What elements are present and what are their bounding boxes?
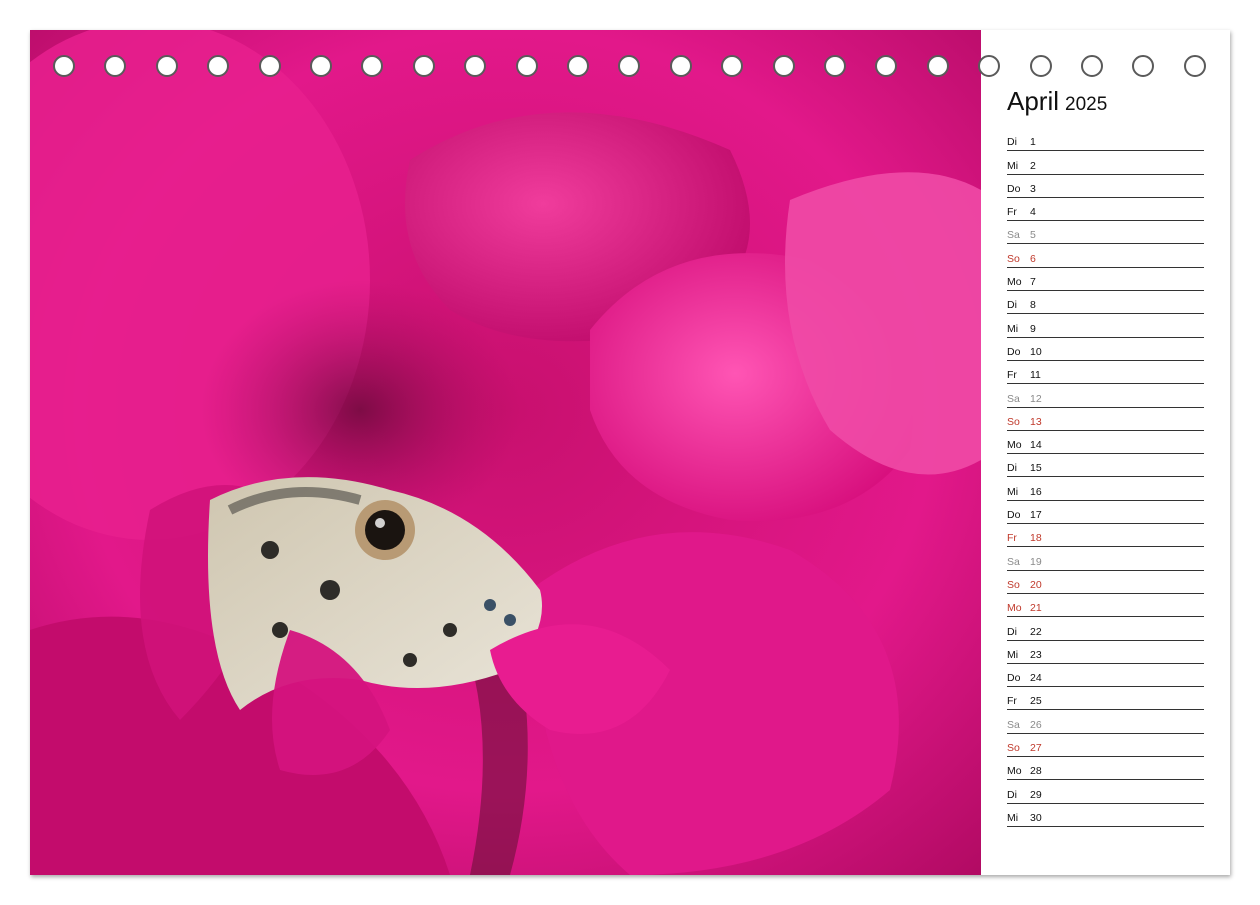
month-heading: April 2025 <box>1007 86 1107 117</box>
day-row: Mo 28 <box>1007 757 1204 781</box>
day-row: Fr 11 <box>1007 361 1204 385</box>
month-name: April <box>1007 86 1060 116</box>
weekday-label: Do <box>1007 672 1021 685</box>
day-row: Sa 19 <box>1007 547 1204 571</box>
day-row: So 27 <box>1007 734 1204 758</box>
weekday-label: Fr <box>1007 369 1017 382</box>
day-number: 15 <box>1030 462 1042 475</box>
weekday-label: Mo <box>1007 439 1022 452</box>
weekday-label: Di <box>1007 625 1017 638</box>
day-number: 29 <box>1030 788 1042 801</box>
day-row: Di 1 <box>1007 128 1204 152</box>
day-row: Sa 26 <box>1007 710 1204 734</box>
day-row: So 13 <box>1007 408 1204 431</box>
day-number: 19 <box>1030 555 1042 568</box>
day-number: 6 <box>1030 252 1036 265</box>
weekday-label: Mo <box>1007 602 1022 615</box>
weekday-label: Do <box>1007 182 1021 195</box>
weekday-label: Mi <box>1007 648 1019 661</box>
day-number: 30 <box>1030 811 1042 824</box>
day-number: 9 <box>1030 322 1036 335</box>
day-row: Sa 5 <box>1007 221 1204 245</box>
day-number: 4 <box>1030 206 1036 219</box>
day-number: 24 <box>1030 672 1042 685</box>
day-number: 27 <box>1030 742 1042 755</box>
day-number: 28 <box>1030 765 1042 778</box>
day-row: Sa 12 <box>1007 384 1204 408</box>
day-row: Mi 30 <box>1007 804 1204 827</box>
weekday-label: Di <box>1007 462 1017 475</box>
weekday-label: So <box>1007 415 1020 428</box>
day-row: Di 15 <box>1007 454 1204 478</box>
day-row: Fr 4 <box>1007 198 1204 222</box>
day-list: Di 1 Mi 2 Do 3 Fr 4 Sa 5 So 6 Mo 7 Di 8 Mi 9 Do 10 Fr 11 Sa 12 S… <box>1007 128 1204 827</box>
day-number: 3 <box>1030 182 1036 195</box>
day-number: 14 <box>1030 439 1042 452</box>
weekday-label: Do <box>1007 345 1021 358</box>
weekday-label: Sa <box>1007 718 1020 731</box>
weekday-label: Mo <box>1007 765 1022 778</box>
day-number: 22 <box>1030 625 1042 638</box>
weekday-label: Fr <box>1007 206 1017 219</box>
day-row: Mo 21 <box>1007 594 1204 618</box>
weekday-label: So <box>1007 252 1020 265</box>
day-row: Mo 7 <box>1007 268 1204 292</box>
weekday-label: Mi <box>1007 811 1019 824</box>
day-row: So 6 <box>1007 244 1204 268</box>
weekday-label: Fr <box>1007 532 1017 545</box>
day-row: Di 22 <box>1007 617 1204 641</box>
weekday-label: Sa <box>1007 392 1020 405</box>
day-row: Mo 14 <box>1007 431 1204 455</box>
photo-illustration <box>30 30 981 875</box>
day-number: 21 <box>1030 602 1042 615</box>
day-row: Di 29 <box>1007 780 1204 804</box>
weekday-label: Sa <box>1007 555 1020 568</box>
day-number: 13 <box>1030 415 1042 428</box>
day-number: 7 <box>1030 276 1036 289</box>
weekday-label: Mi <box>1007 322 1019 335</box>
day-number: 25 <box>1030 695 1042 708</box>
day-number: 5 <box>1030 229 1036 242</box>
day-row: Do 24 <box>1007 664 1204 688</box>
calendar-page: April 2025 Di 1 Mi 2 Do 3 Fr 4 Sa 5 So 6 Mo 7 Di 8 Mi 9 Do 1… <box>30 30 1230 875</box>
weekday-label: Mi <box>1007 159 1019 172</box>
day-row: Do 10 <box>1007 338 1204 361</box>
day-row: Fr 18 <box>1007 524 1204 548</box>
day-row: So 20 <box>1007 571 1204 594</box>
weekday-label: Di <box>1007 299 1017 312</box>
calendar-panel: April 2025 Di 1 Mi 2 Do 3 Fr 4 Sa 5 So 6 Mo 7 Di 8 Mi 9 Do 1… <box>981 30 1230 875</box>
weekday-label: Mo <box>1007 276 1022 289</box>
day-row: Mi 16 <box>1007 477 1204 501</box>
day-number: 11 <box>1030 369 1041 382</box>
day-number: 16 <box>1030 485 1042 498</box>
weekday-label: Fr <box>1007 695 1017 708</box>
day-number: 12 <box>1030 392 1042 405</box>
weekday-label: So <box>1007 742 1020 755</box>
day-number: 2 <box>1030 159 1036 172</box>
day-number: 1 <box>1030 136 1036 149</box>
day-row: Do 17 <box>1007 501 1204 525</box>
day-row: Di 8 <box>1007 291 1204 315</box>
day-row: Mi 2 <box>1007 151 1204 175</box>
weekday-label: Di <box>1007 788 1017 801</box>
year: 2025 <box>1065 94 1108 115</box>
lizard-in-bougainvillea-photo <box>30 30 981 875</box>
day-row: Mi 23 <box>1007 641 1204 664</box>
day-row: Fr 25 <box>1007 687 1204 711</box>
weekday-label: Mi <box>1007 485 1019 498</box>
weekday-label: Di <box>1007 136 1017 149</box>
day-number: 17 <box>1030 509 1042 522</box>
day-row: Do 3 <box>1007 175 1204 198</box>
day-number: 18 <box>1030 532 1042 545</box>
day-number: 10 <box>1030 345 1042 358</box>
weekday-label: So <box>1007 578 1020 591</box>
day-row: Mi 9 <box>1007 314 1204 338</box>
day-number: 8 <box>1030 299 1036 312</box>
day-number: 26 <box>1030 718 1042 731</box>
weekday-label: Do <box>1007 509 1021 522</box>
weekday-label: Sa <box>1007 229 1020 242</box>
day-number: 23 <box>1030 648 1042 661</box>
day-number: 20 <box>1030 578 1042 591</box>
